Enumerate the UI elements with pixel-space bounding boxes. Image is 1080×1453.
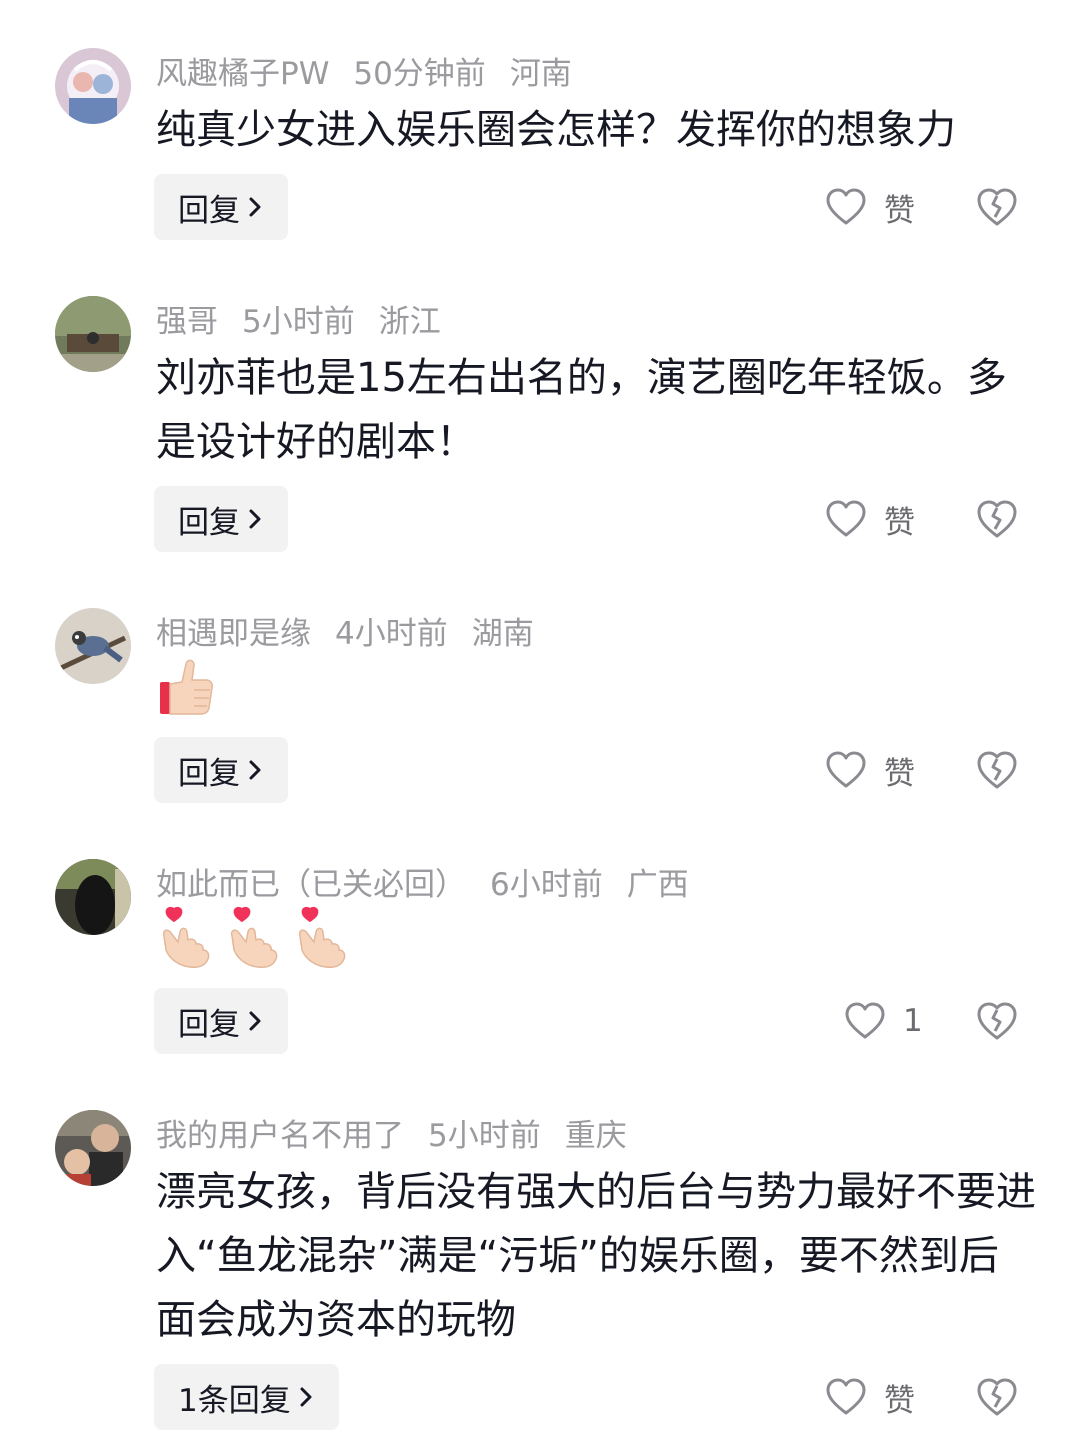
timestamp: 50分钟前: [353, 55, 486, 92]
username[interactable]: 风趣橘子PW: [156, 48, 329, 93]
location: 浙江: [378, 303, 441, 340]
like-button[interactable]: 赞: [826, 174, 915, 240]
broken-heart-icon[interactable]: [976, 1001, 1018, 1041]
avatar[interactable]: [55, 859, 131, 935]
heart-outline-icon: [845, 1002, 885, 1039]
reply-label: 1条回复: [178, 1382, 291, 1419]
comment-meta: 风趣橘子PW 50分钟前 河南: [156, 48, 596, 92]
avatar-image: [55, 1110, 131, 1186]
username[interactable]: 相遇即是缘: [156, 608, 311, 653]
reply-label: 回复: [178, 1006, 240, 1043]
comment-text: 刘亦菲也是15左右出名的，演艺圈吃年轻饭。多是设计好的剧本！: [156, 355, 1007, 465]
reply-label: 回复: [178, 504, 240, 541]
comment-meta: 如此而已（已关必回） 6小时前 广西: [156, 859, 713, 903]
chevron-right-icon: [249, 197, 261, 217]
comment-text: 纯真少女进入娱乐圈会怎样？发挥你的想象力: [156, 107, 956, 153]
like-label: 赞: [884, 755, 915, 792]
like-button[interactable]: 赞: [826, 737, 915, 803]
chevron-right-icon: [249, 509, 261, 529]
avatar-image: [55, 859, 131, 935]
chevron-right-icon: [249, 760, 261, 780]
heart-outline-icon: [826, 1378, 866, 1415]
like-button[interactable]: 赞: [826, 1364, 915, 1430]
reply-button[interactable]: 回复: [154, 174, 288, 240]
emoji-row: [156, 656, 216, 718]
comment-text: 漂亮女孩，背后没有强大的后台与势力最好不要进入“鱼龙混杂”满是“污垢”的娱乐圈，…: [156, 1169, 1036, 1343]
finger-heart-icon: [162, 906, 210, 968]
avatar-image: [55, 48, 131, 124]
location: 湖南: [471, 615, 534, 652]
timestamp: 6小时前: [490, 866, 603, 903]
chevron-right-icon: [300, 1387, 312, 1407]
reply-button[interactable]: 回复: [154, 737, 288, 803]
finger-heart-icon: [230, 906, 278, 968]
reply-button[interactable]: 回复: [154, 988, 288, 1054]
chevron-right-icon: [249, 1011, 261, 1031]
reply-label: 回复: [178, 192, 240, 229]
heart-outline-icon: [826, 751, 866, 788]
location: 河南: [509, 55, 572, 92]
broken-heart-icon[interactable]: [976, 750, 1018, 790]
reply-label: 回复: [178, 755, 240, 792]
timestamp: 5小时前: [428, 1117, 541, 1154]
like-label: 赞: [884, 1382, 915, 1419]
like-label: 赞: [884, 192, 915, 229]
avatar-image: [55, 296, 131, 372]
like-button[interactable]: 1: [845, 988, 923, 1054]
broken-heart-icon[interactable]: [976, 1377, 1018, 1417]
username[interactable]: 强哥: [156, 296, 218, 341]
heart-outline-icon: [826, 500, 866, 537]
username[interactable]: 我的用户名不用了: [156, 1110, 404, 1155]
timestamp: 4小时前: [335, 615, 448, 652]
location: 重庆: [564, 1117, 627, 1154]
broken-heart-icon[interactable]: [976, 187, 1018, 227]
avatar[interactable]: [55, 608, 131, 684]
finger-heart-icon: [298, 906, 346, 968]
emoji-row: [156, 906, 358, 970]
comment-meta: 相遇即是缘 4小时前 湖南: [156, 608, 558, 652]
reply-button[interactable]: 1条回复: [154, 1364, 339, 1430]
username[interactable]: 如此而已（已关必回）: [156, 859, 466, 904]
timestamp: 5小时前: [242, 303, 355, 340]
reply-button[interactable]: 回复: [154, 486, 288, 552]
comment-meta: 强哥 5小时前 浙江: [156, 296, 465, 340]
avatar-image: [55, 608, 131, 684]
like-button[interactable]: 赞: [826, 486, 915, 552]
heart-outline-icon: [826, 188, 866, 225]
like-label: 赞: [884, 504, 915, 541]
avatar[interactable]: [55, 296, 131, 372]
thumbs-up-icon: [160, 659, 213, 715]
location: 广西: [626, 866, 689, 903]
avatar[interactable]: [55, 48, 131, 124]
like-count: 1: [903, 1003, 923, 1039]
broken-heart-icon[interactable]: [976, 499, 1018, 539]
comment-meta: 我的用户名不用了 5小时前 重庆: [156, 1110, 651, 1154]
avatar[interactable]: [55, 1110, 131, 1186]
